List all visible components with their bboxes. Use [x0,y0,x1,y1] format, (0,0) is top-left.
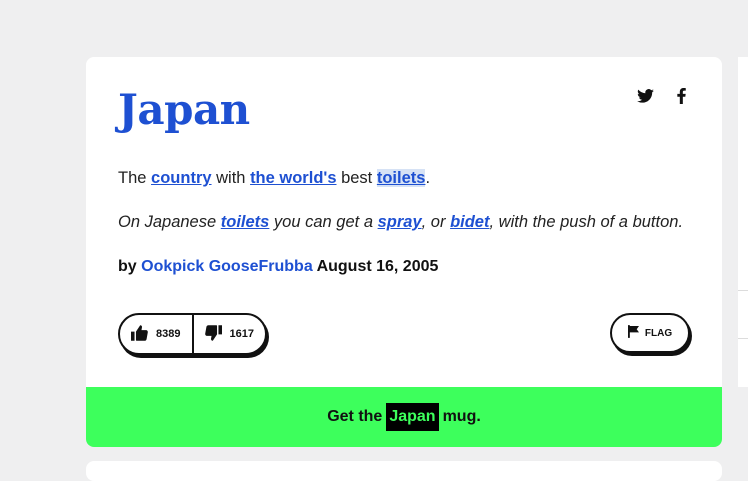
meaning-text: with [211,169,251,187]
link-the-worlds[interactable]: the world's [250,169,336,187]
twitter-icon[interactable] [636,87,654,105]
upvote-button[interactable]: 8389 [120,315,194,353]
author-link[interactable]: Ookpick GooseFrubba [141,258,313,275]
flag-icon [627,325,639,341]
flag-label: FLAG [644,327,673,339]
divider [738,338,748,339]
author-prefix: by [118,258,142,275]
flag-button[interactable]: FLAG [610,313,690,353]
mug-text-pre: Get the [327,408,383,425]
upvote-count: 8389 [156,328,181,340]
example-text: , or [421,213,451,231]
meaning-text: The [118,169,152,187]
example-text: you can get a [269,213,378,231]
divider [738,290,748,291]
example-text: , with the push of a button. [489,213,684,231]
mug-promo-bar[interactable]: Get the Japan mug. [86,387,722,447]
definition-example: On Japanese toilets you can get a spray,… [118,213,683,232]
thumbs-up-icon [131,324,148,344]
link-spray[interactable]: spray [378,213,422,231]
facebook-icon[interactable] [672,87,690,105]
link-toilets[interactable]: toilets [376,169,426,187]
mug-word: Japan [386,403,439,431]
share-buttons [636,87,690,105]
meaning-text: . [425,169,431,187]
next-definition-card [86,461,722,481]
definition-meaning: The country with the world's best toilet… [118,169,430,188]
link-bidet[interactable]: bidet [450,213,489,231]
link-toilets-example[interactable]: toilets [221,213,270,231]
word-title[interactable]: Japan [118,85,250,134]
author-line: by Ookpick GooseFrubba August 16, 2005 [118,258,438,276]
post-date: August 16, 2005 [312,258,439,275]
downvote-count: 1617 [229,328,254,340]
thumbs-down-icon [204,324,222,344]
link-country[interactable]: country [151,169,212,187]
meaning-text: best [336,169,377,187]
downvote-button[interactable]: 1617 [194,315,266,353]
mug-text-post: mug. [442,408,481,425]
example-text: On Japanese [118,213,221,231]
vote-buttons: 8389 1617 [118,313,267,355]
definition-card: Japan The country with the world's best … [86,57,722,447]
